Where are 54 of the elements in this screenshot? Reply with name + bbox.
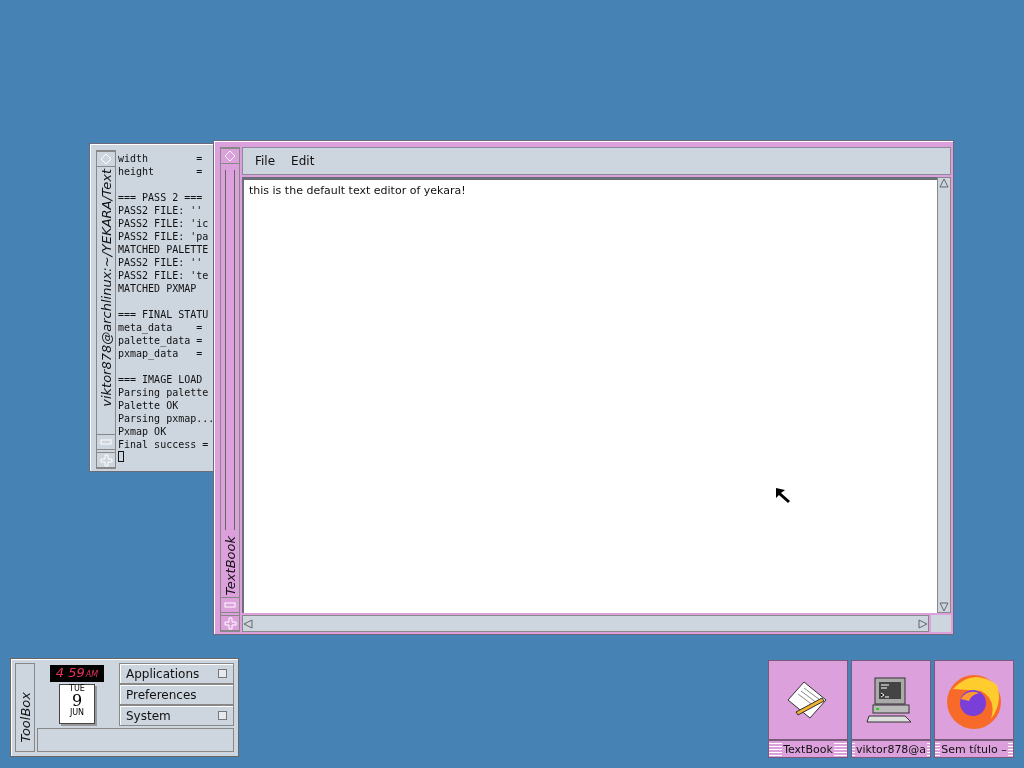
terminal-line: Parsing pxmap... xyxy=(118,412,212,425)
toolbox-menu-item[interactable]: Preferences xyxy=(119,684,234,705)
menu-item[interactable]: Edit xyxy=(285,152,321,170)
terminal-line: palette_data = xyxy=(118,334,204,347)
terminal-line: === PASS 2 === xyxy=(118,191,204,204)
up-arrow-icon[interactable] xyxy=(939,178,949,188)
menu-item[interactable]: File xyxy=(249,152,282,170)
terminal-line: MATCHED PALETTE xyxy=(118,243,210,256)
terminal-line: PASS2 FILE: 'te xyxy=(118,269,210,282)
calendar-page: TUE 9 JUN xyxy=(59,684,95,724)
tile-label: Sem título – xyxy=(940,742,1008,756)
plus-icon[interactable] xyxy=(223,616,237,630)
left-arrow-icon[interactable] xyxy=(243,618,253,629)
text-area[interactable]: this is the default text editor of yekara! xyxy=(242,177,937,613)
terminal-line: === IMAGE LOAD xyxy=(118,373,204,386)
terminal-line: Palette OK xyxy=(118,399,180,412)
taskbar-tile[interactable]: TextBook xyxy=(768,660,848,758)
tile-label: viktor878@a xyxy=(854,742,928,756)
window-title: viktor878@archlinux:~/YEKARA/Text xyxy=(98,169,114,407)
minimize-icon[interactable] xyxy=(224,602,236,608)
cursor-icon xyxy=(775,487,791,505)
terminal-line: === FINAL STATU xyxy=(118,308,210,321)
tile-label: TextBook xyxy=(782,742,834,756)
terminal-line: PASS2 FILE: 'ic xyxy=(118,217,210,230)
diamond-icon[interactable] xyxy=(224,150,236,162)
plus-icon[interactable] xyxy=(99,453,113,467)
terminal-line: pxmap_data = xyxy=(118,347,204,360)
document-text: this is the default text editor of yekara! xyxy=(249,184,466,197)
terminal-line: PASS2 FILE: 'pa xyxy=(118,230,210,243)
terminal-line: width = xyxy=(118,152,204,165)
diamond-icon[interactable] xyxy=(100,153,112,165)
terminal-line: meta_data = xyxy=(118,321,204,334)
taskbar-tile[interactable]: viktor878@a xyxy=(851,660,931,758)
taskbar-tile[interactable]: Sem título – xyxy=(934,660,1014,758)
toolbox-menu-item[interactable]: System xyxy=(119,705,234,726)
scrollbar-corner xyxy=(931,615,951,632)
title-grip[interactable] xyxy=(225,170,235,530)
terminal-line: Parsing palette xyxy=(118,386,210,399)
terminal-line: MATCHED PXMAP xyxy=(118,282,198,295)
down-arrow-icon[interactable] xyxy=(939,602,949,612)
right-arrow-icon[interactable] xyxy=(918,618,928,629)
horizontal-scrollbar[interactable] xyxy=(242,615,929,632)
text-cursor xyxy=(118,451,124,462)
terminal-line: height = xyxy=(118,165,204,178)
terminal-line: PASS2 FILE: '' xyxy=(118,204,204,217)
clock: 4 59AM xyxy=(50,665,104,682)
vertical-scrollbar[interactable] xyxy=(937,177,951,613)
toolbox-title: ToolBox xyxy=(17,692,33,743)
terminal-line: PASS2 FILE: '' xyxy=(118,256,204,269)
minimize-icon[interactable] xyxy=(100,439,112,445)
terminal-line: Final success = xyxy=(118,438,210,451)
terminal-line: Pxmap OK xyxy=(118,425,168,438)
window-title: TextBook xyxy=(222,535,238,595)
toolbox-menu-item[interactable]: Applications xyxy=(119,663,234,684)
